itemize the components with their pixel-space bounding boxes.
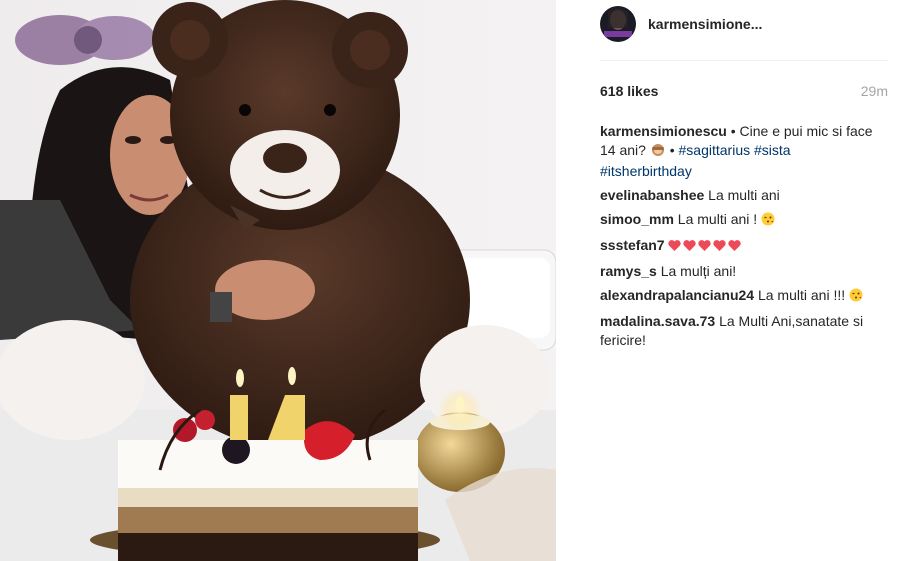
comment: alexandrapalancianu24 La multi ani !!!: [600, 286, 888, 307]
likes-count[interactable]: 618 likes: [600, 83, 658, 99]
comment-username[interactable]: ramys_s: [600, 263, 657, 279]
comment-text: La multi ani !: [673, 211, 762, 227]
post-time[interactable]: 29m: [861, 83, 888, 99]
comment: ramys_s La mulți ani!: [600, 262, 888, 281]
see-no-evil-monkey-icon: [650, 143, 666, 162]
comment-username[interactable]: madalina.sava.73: [600, 313, 715, 329]
kiss-face-icon: [849, 288, 863, 307]
comment: madalina.sava.73 La Multi Ani,sanatate s…: [600, 312, 888, 350]
post-header: karmensimione...: [600, 4, 888, 44]
comment-text: La mulți ani!: [656, 263, 737, 279]
hashtag-sagittarius[interactable]: #sagittarius: [679, 142, 751, 158]
comment-username[interactable]: evelinabanshee: [600, 187, 704, 203]
likes-row: 618 likes 29m: [600, 83, 888, 99]
comment-username[interactable]: simoo_mm: [600, 211, 674, 227]
header-divider: [600, 60, 888, 61]
hearts-icon: [668, 238, 744, 257]
comment: evelinabanshee La multi ani: [600, 186, 888, 205]
comment: simoo_mm La multi ani !: [600, 210, 888, 231]
caption-username[interactable]: karmensimionescu: [600, 123, 727, 139]
comment-username[interactable]: alexandrapalancianu24: [600, 287, 754, 303]
post-username[interactable]: karmensimione...: [648, 16, 762, 32]
comment-text: La multi ani !!!: [754, 287, 850, 303]
hashtag-sista[interactable]: #sista: [754, 142, 791, 158]
kiss-face-icon: [761, 212, 775, 231]
post-side-panel: karmensimione... 618 likes 29m karmensim…: [588, 0, 888, 561]
caption: karmensimionescu • Cine e pui mic si fac…: [600, 122, 888, 181]
post-photo[interactable]: [0, 0, 556, 561]
avatar[interactable]: [600, 6, 636, 42]
comments-list: karmensimionescu • Cine e pui mic si fac…: [600, 122, 888, 355]
comment: ssstefan7: [600, 236, 888, 257]
caption-bullet: •: [665, 142, 679, 158]
comment-username[interactable]: ssstefan7: [600, 237, 665, 253]
comment-text: La multi ani: [704, 187, 780, 203]
hashtag-itsherbirthday[interactable]: #itsherbirthday: [600, 163, 692, 179]
birthday-photo: [0, 0, 556, 561]
